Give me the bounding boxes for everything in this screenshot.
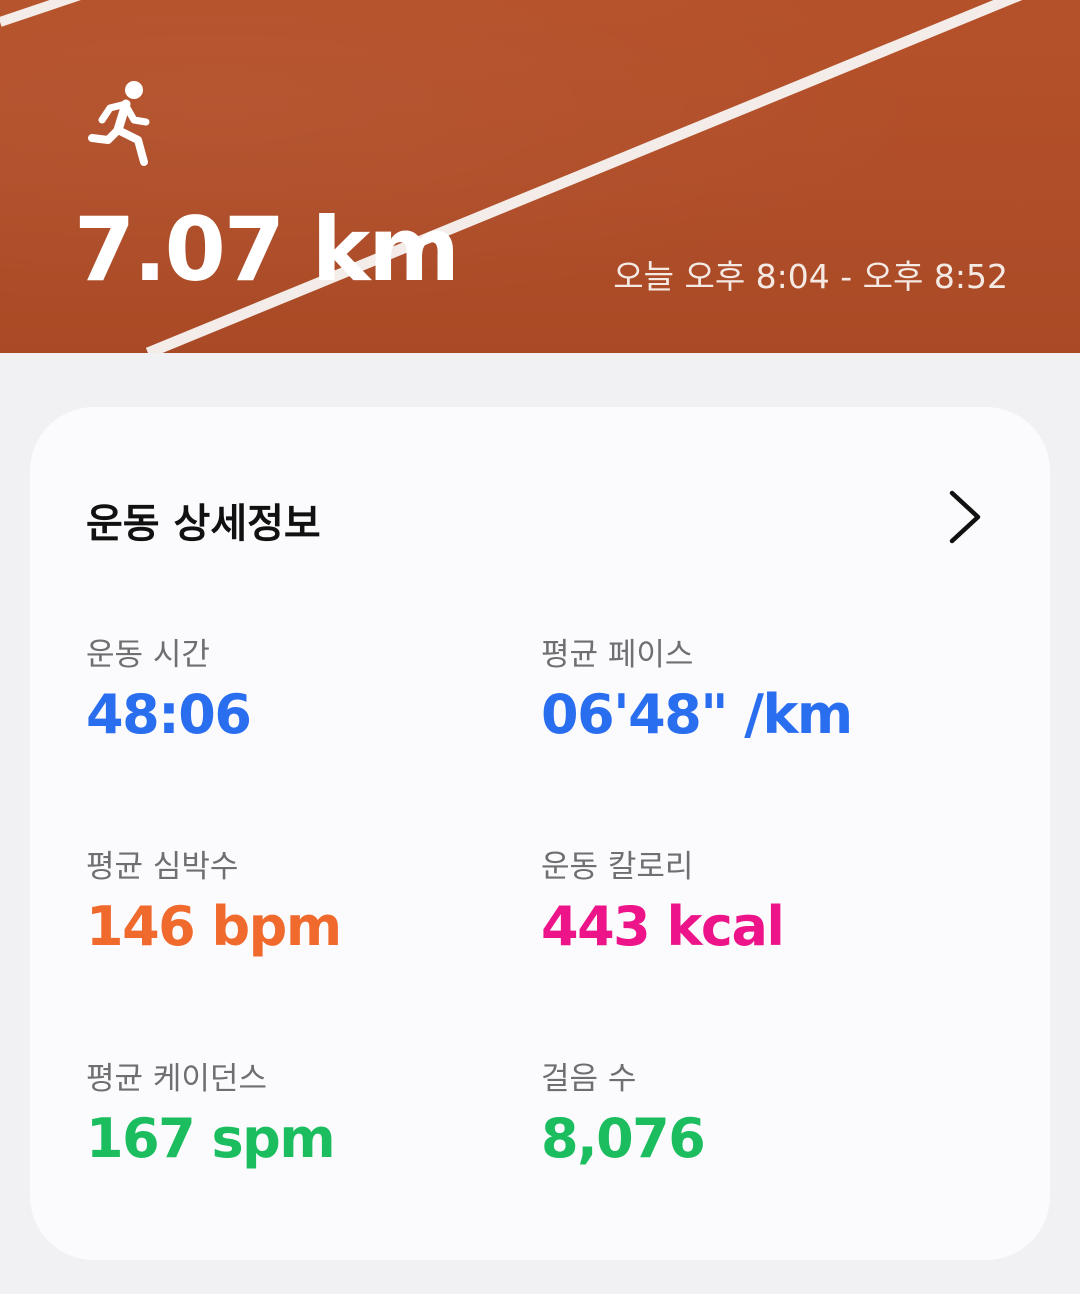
stat-value: 167 spm: [86, 1107, 336, 1170]
stat-average-pace: 평균 페이스 06'48" /km: [541, 629, 853, 746]
stat-calories: 운동 칼로리 443 kcal: [541, 841, 785, 958]
stat-value: 443 kcal: [541, 895, 785, 958]
stat-value: 146 bpm: [86, 895, 342, 958]
stat-label: 평균 심박수: [86, 849, 239, 885]
stat-label: 운동 시간: [86, 637, 210, 673]
stat-label: 평균 케이던스: [86, 1061, 267, 1097]
stat-average-heart-rate: 평균 심박수 146 bpm: [86, 841, 342, 958]
stat-value: 48:06: [86, 683, 252, 746]
stat-workout-time: 운동 시간 48:06: [86, 629, 252, 746]
total-distance: 7.07 km: [74, 198, 460, 301]
header-banner: 7.07 km 오늘 오후 8:04 - 오후 8:52: [0, 0, 1080, 353]
stat-label: 운동 칼로리: [541, 849, 694, 885]
stat-value: 06'48" /km: [541, 683, 853, 746]
workout-time-range: 오늘 오후 8:04 - 오후 8:52: [613, 257, 1008, 296]
running-person-icon: [88, 81, 150, 166]
stat-steps: 걸음 수 8,076: [541, 1053, 706, 1170]
chevron-right-icon[interactable]: [944, 489, 984, 545]
stat-value: 8,076: [541, 1107, 706, 1170]
workout-details-card[interactable]: 운동 상세정보 운동 시간 48:06 평균 페이스 06'48" /km 평균…: [30, 407, 1050, 1260]
stat-label: 평균 페이스: [541, 637, 694, 673]
stat-label: 걸음 수: [541, 1061, 637, 1097]
stat-average-cadence: 평균 케이던스 167 spm: [86, 1053, 336, 1170]
card-title: 운동 상세정보: [86, 501, 321, 547]
